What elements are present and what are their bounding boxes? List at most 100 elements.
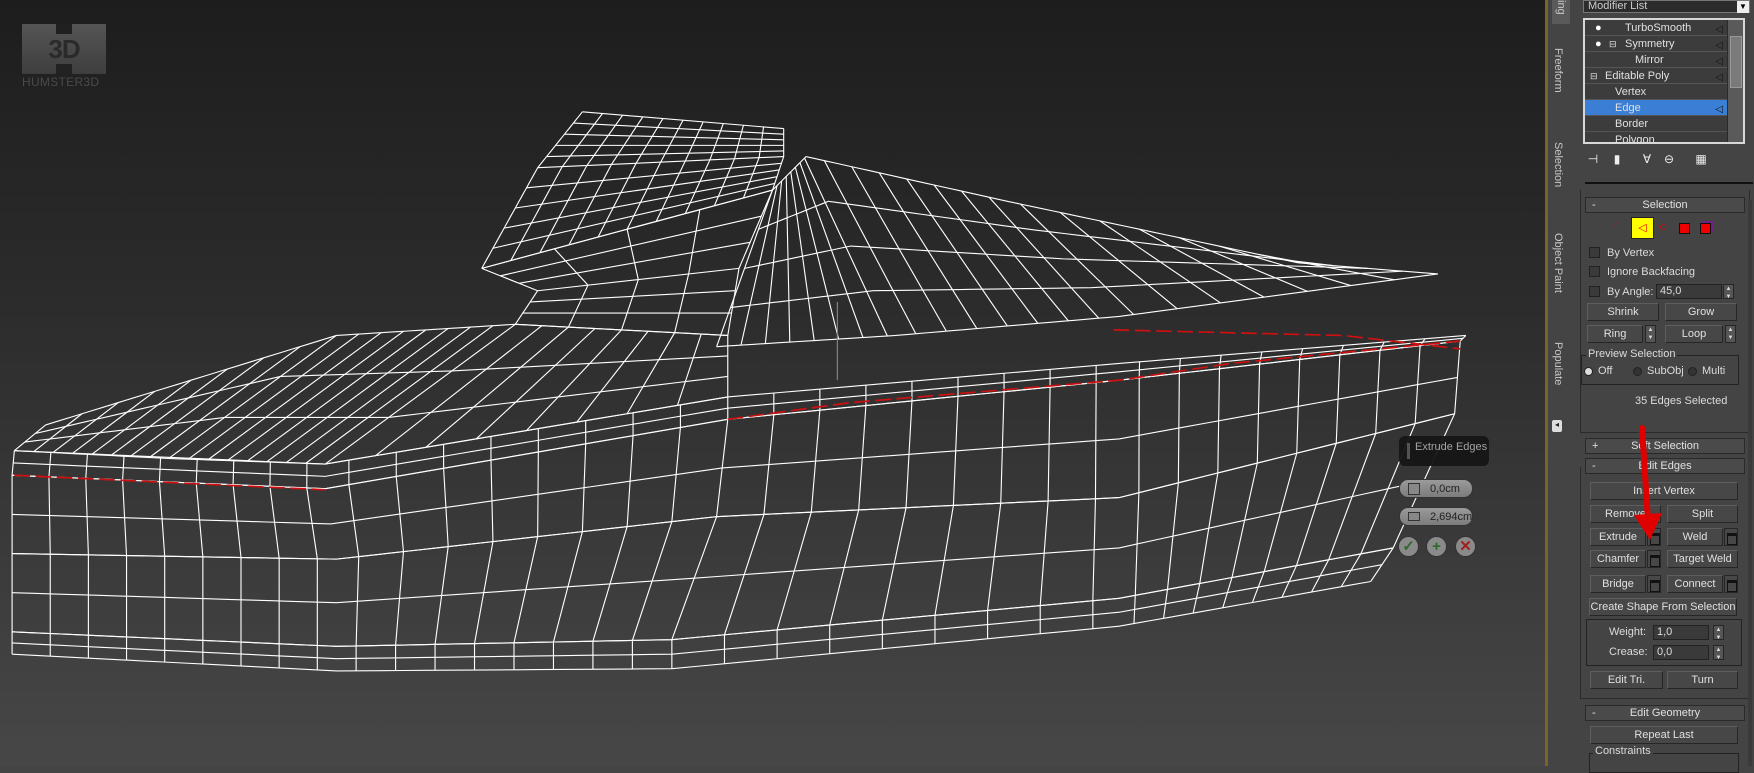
edit-geometry-rollout-header[interactable]: - Edit Geometry [1585, 705, 1745, 721]
ring-spinner[interactable]: ▲ ▼ [1645, 325, 1656, 343]
mesh-edge [1163, 358, 1181, 619]
edit-edges-rollout-header[interactable]: - Edit Edges [1585, 458, 1745, 474]
extrude-button[interactable]: Extrude [1590, 528, 1646, 546]
crease-spinner[interactable]: ▲ ▼ [1713, 645, 1724, 661]
repeat-last-button[interactable]: Repeat Last [1590, 726, 1738, 744]
bridge-button[interactable]: Bridge [1590, 575, 1646, 593]
collapse-icon[interactable]: ⊟ [1609, 36, 1617, 52]
by-angle-checkbox[interactable] [1589, 286, 1600, 297]
divider [1585, 182, 1753, 184]
mesh-edge [576, 330, 649, 423]
grow-button[interactable]: Grow [1665, 303, 1737, 321]
shrink-button[interactable]: Shrink [1587, 303, 1659, 321]
connect-settings-button[interactable] [1724, 575, 1738, 593]
crease-input[interactable]: 0,0 [1653, 645, 1709, 660]
chamfer-button[interactable]: Chamfer [1590, 550, 1646, 568]
soft-selection-rollout-header[interactable]: + Soft Selection [1585, 438, 1745, 454]
turn-button[interactable]: Turn [1667, 671, 1738, 689]
stack-item-edge[interactable]: Edge ◁ [1585, 100, 1727, 116]
weld-button[interactable]: Weld [1667, 528, 1723, 546]
weight-input[interactable]: 1,0 [1653, 625, 1709, 640]
mesh-edge [395, 452, 405, 671]
target-weld-button[interactable]: Target Weld [1667, 550, 1738, 568]
mesh-edge [14, 334, 1466, 465]
preview-off-radio[interactable] [1584, 367, 1593, 376]
by-angle-input[interactable]: 45,0 [1656, 284, 1722, 299]
remove-button[interactable]: Remove [1590, 505, 1661, 523]
extrude-settings-button[interactable] [1647, 528, 1661, 546]
mesh-edge [631, 404, 681, 669]
caddy-ok-button[interactable]: ✓ [1398, 536, 1419, 557]
by-angle-label: By Angle: [1607, 286, 1654, 298]
mesh-edge [269, 461, 280, 668]
tab-selection[interactable]: Selection [1552, 142, 1564, 187]
ignore-backfacing-label: Ignore Backfacing [1607, 266, 1696, 278]
mesh-edge [546, 150, 784, 158]
extrude-height-field[interactable]: 0,0cm [1399, 479, 1473, 498]
stack-item-polygon[interactable]: Polygon [1585, 132, 1727, 142]
stack-item-border[interactable]: Border [1585, 116, 1727, 132]
connect-button[interactable]: Connect [1667, 575, 1723, 593]
collapse-icon[interactable]: ⊟ [1590, 68, 1598, 84]
stack-item-symmetry[interactable]: ● ⊟ Symmetry ◁ [1585, 36, 1727, 52]
loop-spinner[interactable]: ▲ ▼ [1725, 325, 1736, 343]
tab-freeform[interactable]: Freeform [1552, 48, 1564, 93]
caddy-apply-button[interactable]: + [1426, 536, 1447, 557]
mesh-edge [764, 180, 783, 344]
make-unique-icon[interactable]: ∀ [1639, 152, 1655, 168]
element-mode-icon[interactable] [1700, 223, 1711, 234]
stack-item-mirror[interactable]: Mirror ◁ [1585, 52, 1727, 68]
border-mode-icon[interactable]: ○ [1659, 218, 1667, 234]
insert-vertex-button[interactable]: Insert Vertex [1590, 482, 1738, 500]
panel-scrollbar[interactable] [1748, 200, 1752, 766]
polygon-mode-icon[interactable] [1679, 223, 1690, 234]
by-vertex-checkbox[interactable] [1589, 247, 1600, 258]
split-button[interactable]: Split [1667, 505, 1738, 523]
mesh-edge [12, 547, 1394, 647]
mesh-edge [1251, 348, 1304, 603]
edge-mode-icon[interactable]: ◁ [1631, 217, 1654, 239]
stack-item-turbosmooth[interactable]: ● TurboSmooth ◁ [1585, 20, 1727, 36]
vertex-mode-icon[interactable]: ∴ [1613, 220, 1619, 231]
collapse-ribbon-icon[interactable]: ◂ [1552, 420, 1562, 432]
preview-multi-radio[interactable] [1688, 367, 1697, 376]
stack-scrollbar[interactable] [1727, 20, 1743, 142]
loop-button[interactable]: Loop [1665, 325, 1723, 343]
show-end-result-icon[interactable]: ▮ [1609, 152, 1625, 168]
tab-modeling[interactable]: ing [1552, 0, 1570, 24]
weld-settings-button[interactable] [1724, 528, 1738, 546]
selection-rollout-header[interactable]: - Selection [1585, 197, 1745, 213]
mesh-edge [1311, 341, 1385, 593]
weight-spinner[interactable]: ▲ ▼ [1713, 625, 1724, 641]
preview-subobj-radio[interactable] [1633, 367, 1642, 376]
extrude-width-field[interactable]: 2,694cm [1399, 507, 1473, 526]
pin-stack-icon[interactable]: ⊣ [1585, 152, 1601, 168]
create-shape-button[interactable]: Create Shape From Selection [1589, 598, 1737, 616]
caddy-cancel-button[interactable]: ✕ [1455, 536, 1476, 557]
bridge-settings-button[interactable] [1647, 575, 1661, 593]
mesh-edge [1192, 355, 1222, 614]
stack-item-vertex[interactable]: Vertex [1585, 84, 1727, 100]
tab-populate[interactable]: Populate [1552, 342, 1564, 385]
chamfer-settings-button[interactable] [1647, 550, 1661, 568]
remove-modifier-icon[interactable]: ⊖ [1661, 152, 1677, 168]
viewport-perspective[interactable]: 3D HUMSTER3D Extrude Edges 0,0cm 2,694cm… [0, 0, 1545, 766]
mesh-edge [987, 373, 1005, 639]
bulb-icon[interactable]: ● [1595, 20, 1602, 36]
by-angle-spinner[interactable]: ▲ ▼ [1723, 284, 1734, 300]
logo-text: HUMSTER3D [22, 75, 100, 89]
edit-tri-button[interactable]: Edit Tri. [1590, 671, 1663, 689]
ring-button[interactable]: Ring [1587, 325, 1643, 343]
mesh-edge [526, 329, 622, 431]
mesh-edge [881, 381, 913, 649]
tab-object-paint[interactable]: Object Paint [1552, 233, 1564, 293]
constraints-label: Constraints [1593, 745, 1653, 757]
ignore-backfacing-checkbox[interactable] [1589, 266, 1600, 277]
configure-modifier-sets-icon[interactable]: ▦ [1693, 152, 1709, 168]
modifier-list-dropdown[interactable]: Modifier List ▼ [1583, 0, 1750, 13]
mesh-edge [515, 323, 728, 337]
mesh-edge [513, 428, 539, 670]
stack-item-editable-poly[interactable]: ⊟ Editable Poly ◁ [1585, 68, 1727, 84]
bulb-icon[interactable]: ● [1595, 36, 1602, 52]
mesh-edge [13, 424, 46, 452]
